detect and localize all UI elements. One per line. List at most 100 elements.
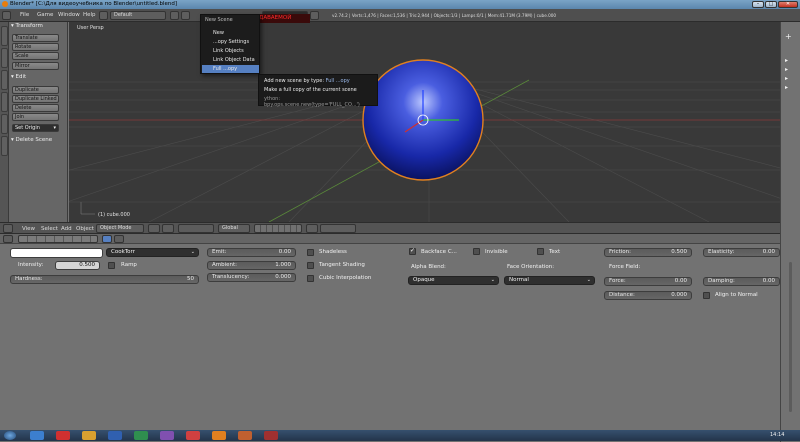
ambient-field[interactable]: Ambient: 1.000 bbox=[207, 261, 296, 270]
tab-animation[interactable] bbox=[1, 92, 8, 112]
editor-type-icon[interactable] bbox=[2, 11, 11, 20]
face-orientation-dropdown[interactable]: Normal ⌄ bbox=[504, 276, 595, 285]
layer-buttons[interactable] bbox=[254, 224, 302, 233]
3d-viewport[interactable]: User Persp (1) cube.000 bbox=[69, 22, 780, 222]
info-header: File Game Window Help Default v2.74.2 | … bbox=[0, 9, 800, 22]
invisible-checkbox[interactable] bbox=[473, 248, 480, 255]
add-region-icon[interactable]: + bbox=[785, 32, 792, 41]
rotate-button[interactable]: Rotate bbox=[12, 43, 59, 51]
texture-tab-icon[interactable] bbox=[114, 235, 124, 243]
force-field[interactable]: Force: 0.00 bbox=[604, 277, 692, 286]
intensity-field[interactable]: 0.500 bbox=[55, 261, 100, 270]
minimize-button[interactable]: – bbox=[752, 1, 764, 8]
folder-taskbar-icon[interactable] bbox=[82, 431, 96, 440]
join-button[interactable]: Join bbox=[12, 113, 59, 121]
duplicate-button[interactable]: Duplicate bbox=[12, 86, 59, 94]
set-origin-dropdown[interactable]: Set Origin ▾ bbox=[12, 124, 59, 132]
menu-item-link-objects[interactable]: Link Objects bbox=[202, 47, 259, 55]
remove-layout-button[interactable] bbox=[181, 11, 190, 20]
properties-scrollbar[interactable] bbox=[789, 262, 792, 412]
maximize-button[interactable]: □ bbox=[765, 1, 777, 8]
menu-help[interactable]: Help bbox=[83, 12, 96, 18]
menu-window[interactable]: Window bbox=[58, 12, 80, 18]
alpha-blend-dropdown[interactable]: Opaque ⌄ bbox=[408, 276, 499, 285]
tangent-shading-checkbox[interactable] bbox=[307, 262, 314, 269]
window-titlebar: Blender* [C:\Для видеоучебника по Blende… bbox=[0, 0, 800, 9]
delete-scene-button[interactable] bbox=[310, 11, 319, 20]
set-origin-label: Set Origin bbox=[15, 125, 40, 131]
tab-physics[interactable] bbox=[1, 114, 8, 134]
emit-field[interactable]: Emit: 0.00 bbox=[207, 248, 296, 257]
delete-button[interactable]: Delete bbox=[12, 104, 59, 112]
start-button[interactable] bbox=[4, 431, 16, 440]
face-orientation-label: Face Orientation: bbox=[507, 264, 555, 270]
layout-selector[interactable]: Default bbox=[110, 11, 166, 20]
hardness-field[interactable]: Hardness: 50 bbox=[10, 275, 199, 284]
blender-taskbar-icon[interactable] bbox=[212, 431, 226, 440]
taskbar-app-icon-5[interactable] bbox=[238, 431, 252, 440]
menu-item-full-copy[interactable]: Full ...opy bbox=[202, 65, 259, 73]
taskbar-app-icon-6[interactable] bbox=[264, 431, 278, 440]
tab-relations[interactable] bbox=[1, 70, 8, 90]
translucency-field[interactable]: Translucency: 0.000 bbox=[207, 273, 296, 282]
tab-grease-pencil[interactable] bbox=[1, 136, 8, 156]
text-checkbox[interactable] bbox=[537, 248, 544, 255]
menu-game[interactable]: Game bbox=[37, 12, 53, 18]
edit-panel-header[interactable]: ▾ Edit bbox=[11, 74, 26, 80]
arrow-right-icon-3[interactable]: ▸ bbox=[785, 75, 788, 82]
mode-selector[interactable]: Object Mode bbox=[96, 224, 144, 233]
arrow-right-icon-2[interactable]: ▸ bbox=[785, 66, 788, 73]
menu-select[interactable]: Select bbox=[41, 226, 58, 232]
cubic-interpolation-checkbox[interactable] bbox=[307, 275, 314, 282]
chevron-down-icon: ⌄ bbox=[586, 277, 591, 283]
chrome-taskbar-icon[interactable] bbox=[186, 431, 200, 440]
menu-item-link-object-data[interactable]: Link Object Data bbox=[202, 56, 259, 64]
backface-culling-checkbox[interactable] bbox=[409, 247, 416, 255]
properties-editor-icon[interactable] bbox=[3, 235, 13, 243]
transform-panel-header[interactable]: ▾ Transform bbox=[11, 23, 43, 29]
taskbar-app-icon-2[interactable] bbox=[108, 431, 122, 440]
translate-button[interactable]: Translate bbox=[12, 34, 59, 42]
tab-create[interactable] bbox=[1, 48, 8, 68]
taskbar-app-icon-1[interactable] bbox=[56, 431, 70, 440]
pivot-point-button[interactable] bbox=[162, 224, 174, 233]
add-layout-button[interactable] bbox=[170, 11, 179, 20]
scale-button[interactable]: Scale bbox=[12, 52, 59, 60]
damping-field[interactable]: Damping: 0.00 bbox=[703, 277, 780, 286]
friction-field[interactable]: Friction: 0.500 bbox=[604, 248, 692, 257]
viewport-shading-button[interactable] bbox=[148, 224, 160, 233]
elasticity-field[interactable]: Elasticity: 0.00 bbox=[703, 248, 780, 257]
menu-item-new[interactable]: New bbox=[202, 29, 259, 37]
orientation-selector[interactable]: Global bbox=[218, 224, 250, 233]
menu-view[interactable]: View bbox=[22, 226, 35, 232]
shadeless-checkbox[interactable] bbox=[307, 249, 314, 256]
viewport-canvas[interactable] bbox=[69, 22, 780, 222]
align-to-normal-checkbox[interactable] bbox=[703, 292, 710, 299]
diffuse-color-swatch[interactable] bbox=[10, 248, 103, 258]
tab-tools[interactable] bbox=[1, 26, 8, 46]
manipulator-buttons[interactable] bbox=[178, 224, 214, 233]
duplicate-linked-button[interactable]: Duplicate Linked bbox=[12, 95, 59, 103]
screen-layout-icon[interactable] bbox=[99, 11, 108, 20]
close-button[interactable]: ✕ bbox=[778, 1, 798, 8]
menu-item-copy-settings[interactable]: ...opy Settings bbox=[202, 38, 259, 46]
material-tab-icon[interactable] bbox=[102, 235, 112, 243]
arrow-right-icon-4[interactable]: ▸ bbox=[785, 84, 788, 91]
ie-taskbar-icon[interactable] bbox=[30, 431, 44, 440]
menu-add[interactable]: Add bbox=[61, 226, 72, 232]
snap-buttons[interactable] bbox=[320, 224, 356, 233]
arrow-right-icon[interactable]: ▸ bbox=[785, 57, 788, 64]
editor-type-button[interactable] bbox=[3, 224, 13, 233]
delete-scene-header[interactable]: ▾ Delete Scene bbox=[11, 137, 52, 143]
lock-camera-icon[interactable] bbox=[306, 224, 318, 233]
distance-field[interactable]: Distance: 0.000 bbox=[604, 291, 692, 300]
force-value: 0.00 bbox=[674, 278, 687, 284]
menu-file[interactable]: File bbox=[20, 12, 29, 18]
diffuse-shader-dropdown[interactable]: CookTorr ⌄ bbox=[106, 248, 199, 257]
ramp-checkbox[interactable] bbox=[108, 262, 115, 269]
taskbar-app-icon-4[interactable] bbox=[160, 431, 174, 440]
mirror-button[interactable]: Mirror bbox=[12, 62, 59, 70]
context-tab-icons[interactable] bbox=[18, 235, 98, 243]
taskbar-app-icon-3[interactable] bbox=[134, 431, 148, 440]
menu-object[interactable]: Object bbox=[76, 226, 94, 232]
